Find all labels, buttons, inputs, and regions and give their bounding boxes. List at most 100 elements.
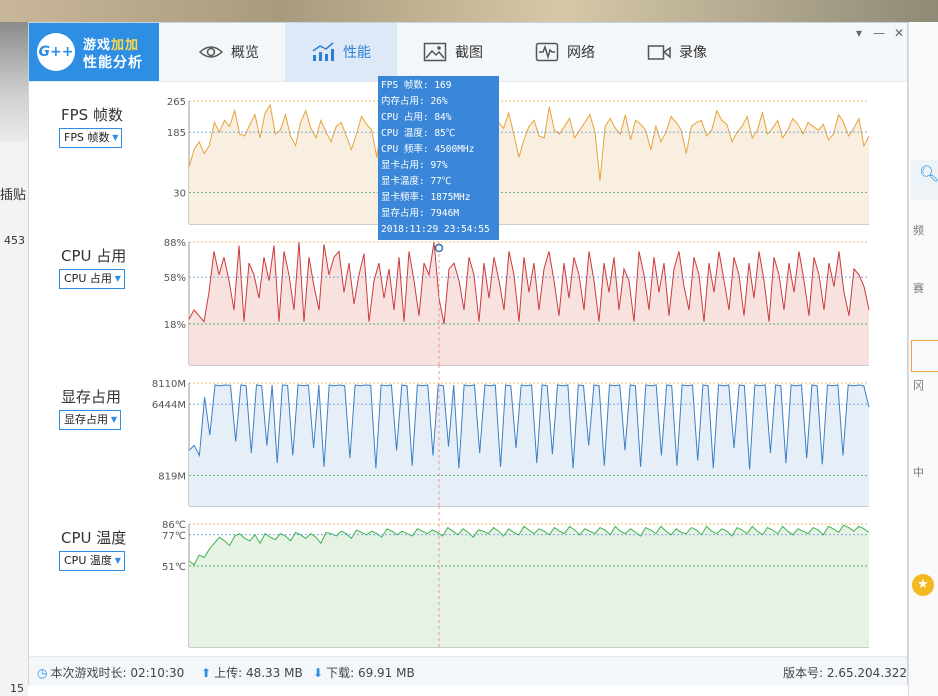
- download-label: 下载:: [326, 666, 355, 680]
- metric-select[interactable]: CPU 温度 ▼: [59, 551, 125, 571]
- metric-select[interactable]: CPU 占用 ▼: [59, 269, 125, 289]
- background-thumbnail: [0, 22, 28, 142]
- series-area: [189, 104, 869, 224]
- background-box: [911, 340, 938, 372]
- cpu-temp-chart: 86℃77℃ 51℃: [162, 506, 870, 648]
- status-bar: ◷ 本次游戏时长: 02:10:30 ⬆︎ 上传: 48.33 MB ⬇︎ 下载: 6…: [29, 656, 907, 685]
- tooltip-timestamp: 2018:11:29 23:54:55: [381, 224, 490, 235]
- background-text: 赛: [913, 282, 924, 295]
- tick-label: 77℃: [162, 531, 186, 542]
- series-area: [189, 525, 869, 647]
- tooltip-line: 显卡占用: 97%: [381, 160, 448, 171]
- performance-chart-icon: [311, 42, 335, 62]
- tick-label: 30: [173, 188, 186, 199]
- version-value: 2.65.204.322: [826, 666, 908, 680]
- metric-label: FPS 帧数: [61, 106, 123, 124]
- tooltip-line: FPS 帧数: 169: [381, 80, 452, 91]
- dropdown-menu-icon[interactable]: ▾: [853, 27, 865, 39]
- app-logo: G++ 游戏加加 性能分析: [29, 23, 159, 81]
- background-left-panel: 插贴 453 15: [0, 22, 28, 696]
- video-camera-icon: [647, 42, 671, 62]
- background-text: 频: [913, 224, 924, 237]
- tick-label: 819M: [158, 472, 186, 483]
- close-button[interactable]: ✕: [893, 27, 905, 39]
- tick-label: 265: [167, 97, 186, 108]
- tab-label: 性能: [343, 45, 371, 61]
- download-value: 69.91 MB: [357, 666, 415, 680]
- tick-label: 58%: [164, 273, 186, 284]
- tick-label: 88%: [164, 238, 186, 249]
- tooltip-line: 显存占用: 7946M: [381, 208, 460, 219]
- download-stat: ⬇︎ 下载: 69.91 MB: [313, 664, 415, 681]
- background-left-number-2: 15: [10, 682, 24, 695]
- pulse-icon: [535, 42, 559, 62]
- tab-network[interactable]: 网络: [509, 23, 621, 81]
- arrow-down-icon: ⬇︎: [313, 666, 324, 680]
- tab-label: 截图: [455, 45, 483, 61]
- version-label: 版本号:: [783, 666, 824, 680]
- tab-screenshot[interactable]: 截图: [397, 23, 509, 81]
- tooltip-line: 显卡频率: 1875MHz: [381, 192, 471, 203]
- cpu-temp-panel: CPU 温度 CPU 温度 ▼ 86℃ 77℃ 51℃: [29, 506, 907, 648]
- background-right-panel: 🔍︎ 频 赛 冈 中 ★: [908, 22, 938, 696]
- metric-label: 显存占用: [61, 388, 122, 406]
- clock-icon: ◷: [37, 666, 48, 680]
- background-left-number: 453: [4, 234, 25, 247]
- version-info: 版本号: 2.65.204.322: [783, 664, 907, 681]
- minimize-button[interactable]: —: [873, 27, 885, 39]
- fps-chart: 265 185 30: [167, 83, 870, 225]
- arrow-up-icon: ⬆︎: [201, 666, 212, 680]
- tooltip-line: 显卡温度: 77℃: [381, 176, 452, 187]
- background-game-banner: [0, 0, 938, 22]
- background-text: 中: [913, 466, 924, 479]
- tick-label: 18%: [164, 320, 186, 331]
- tab-label: 概览: [231, 45, 259, 61]
- upload-label: 上传:: [214, 666, 243, 680]
- duration-label: 本次游戏时长:: [50, 666, 127, 680]
- logo-subtitle: 性能分析: [83, 55, 143, 71]
- performance-window: G++ 游戏加加 性能分析 概览 性能 截图 网络 录像 ▾ — ✕ FPS 帧…: [28, 22, 908, 685]
- tooltip-line: CPU 频率: 4500MHz: [381, 144, 475, 155]
- tab-label: 网络: [567, 45, 595, 61]
- vram-panel: 显存占用 显存占用 ▼ 8110M 6444M 819M: [29, 365, 907, 507]
- logo-title-highlight: 加加: [111, 38, 140, 53]
- tick-label: 6444M: [152, 400, 186, 411]
- logo-title-prefix: 游戏: [83, 38, 112, 53]
- top-navigation-bar: G++ 游戏加加 性能分析 概览 性能 截图 网络 录像 ▾ — ✕: [29, 23, 907, 82]
- eye-icon: [199, 42, 223, 62]
- tab-performance[interactable]: 性能: [285, 23, 397, 81]
- upload-stat: ⬆︎ 上传: 48.33 MB: [201, 664, 303, 681]
- tab-overview[interactable]: 概览: [173, 23, 285, 81]
- cpu-usage-panel: CPU 占用 CPU 占用 ▼ 88% 58% 18%: [29, 224, 907, 366]
- duration-value: 02:10:30: [130, 666, 185, 680]
- logo-mark: G++: [37, 33, 75, 71]
- chevron-down-icon: ▼: [114, 556, 121, 565]
- logo-title: 游戏加加: [83, 34, 139, 53]
- hover-point-marker: [434, 243, 444, 253]
- metric-label: CPU 占用: [61, 247, 127, 265]
- cpu-usage-chart: 88% 58% 18%: [164, 224, 870, 366]
- metric-select[interactable]: 显存占用 ▼: [59, 410, 121, 430]
- background-text: 冈: [913, 379, 924, 392]
- image-icon: [423, 42, 447, 62]
- metric-select-value: FPS 帧数: [64, 131, 110, 144]
- metric-label: CPU 温度: [61, 529, 127, 547]
- tick-label: 8110M: [152, 379, 186, 390]
- tick-label: 185: [167, 128, 186, 139]
- background-left-label: 插贴: [0, 188, 27, 203]
- metric-select-value: 显存占用: [64, 413, 108, 426]
- metric-select-value: CPU 温度: [64, 554, 112, 567]
- upload-value: 48.33 MB: [245, 666, 303, 680]
- tick-label: 86℃: [162, 520, 186, 531]
- metric-select[interactable]: FPS 帧数 ▼: [59, 128, 123, 148]
- search-icon: 🔍︎: [919, 164, 938, 183]
- data-tooltip: FPS 帧数: 169 内存占用: 26% CPU 占用: 84% CPU 温度…: [378, 76, 499, 240]
- chevron-down-icon: ▼: [112, 133, 119, 142]
- vram-chart: 8110M 6444M 819M: [152, 365, 870, 507]
- session-duration: ◷ 本次游戏时长: 02:10:30: [37, 664, 184, 681]
- star-icon: ★: [912, 574, 934, 596]
- tooltip-line: 内存占用: 26%: [381, 96, 448, 107]
- tab-label: 录像: [679, 45, 707, 61]
- tooltip-line: CPU 占用: 84%: [381, 112, 452, 123]
- tab-record[interactable]: 录像: [621, 23, 733, 81]
